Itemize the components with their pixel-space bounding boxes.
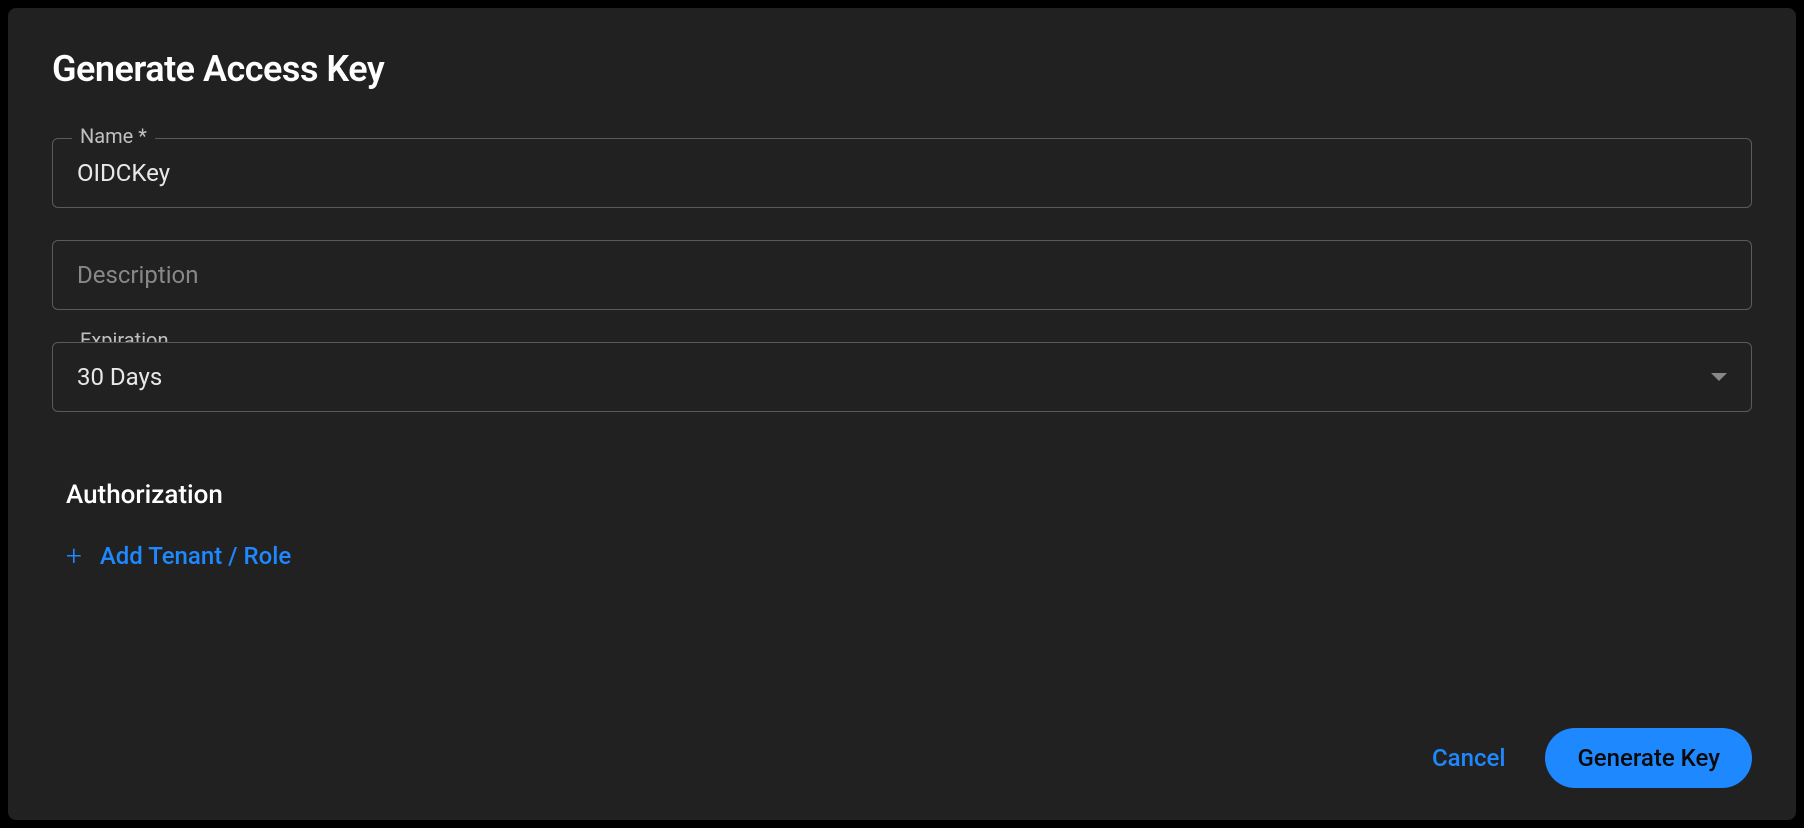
- cancel-button[interactable]: Cancel: [1424, 732, 1513, 784]
- description-field-container: [52, 240, 1752, 310]
- authorization-title: Authorization: [52, 480, 1752, 510]
- name-label: Name *: [72, 124, 155, 148]
- expiration-value: 30 Days: [77, 363, 162, 391]
- expiration-select[interactable]: 30 Days: [52, 342, 1752, 412]
- expiration-field-container: Expiration 30 Days: [52, 342, 1752, 412]
- button-row: Cancel Generate Key: [1424, 728, 1752, 788]
- description-input[interactable]: [52, 240, 1752, 310]
- name-field-container: Name *: [52, 138, 1752, 208]
- modal-title: Generate Access Key: [52, 48, 1752, 90]
- chevron-down-icon: [1711, 373, 1727, 381]
- generate-access-key-modal: Generate Access Key Name * Expiration 30…: [8, 8, 1796, 820]
- plus-icon: +: [66, 542, 82, 570]
- name-input[interactable]: [52, 138, 1752, 208]
- generate-key-button[interactable]: Generate Key: [1545, 728, 1752, 788]
- add-button-label: Add Tenant / Role: [100, 542, 291, 570]
- add-tenant-role-button[interactable]: + Add Tenant / Role: [52, 542, 1752, 570]
